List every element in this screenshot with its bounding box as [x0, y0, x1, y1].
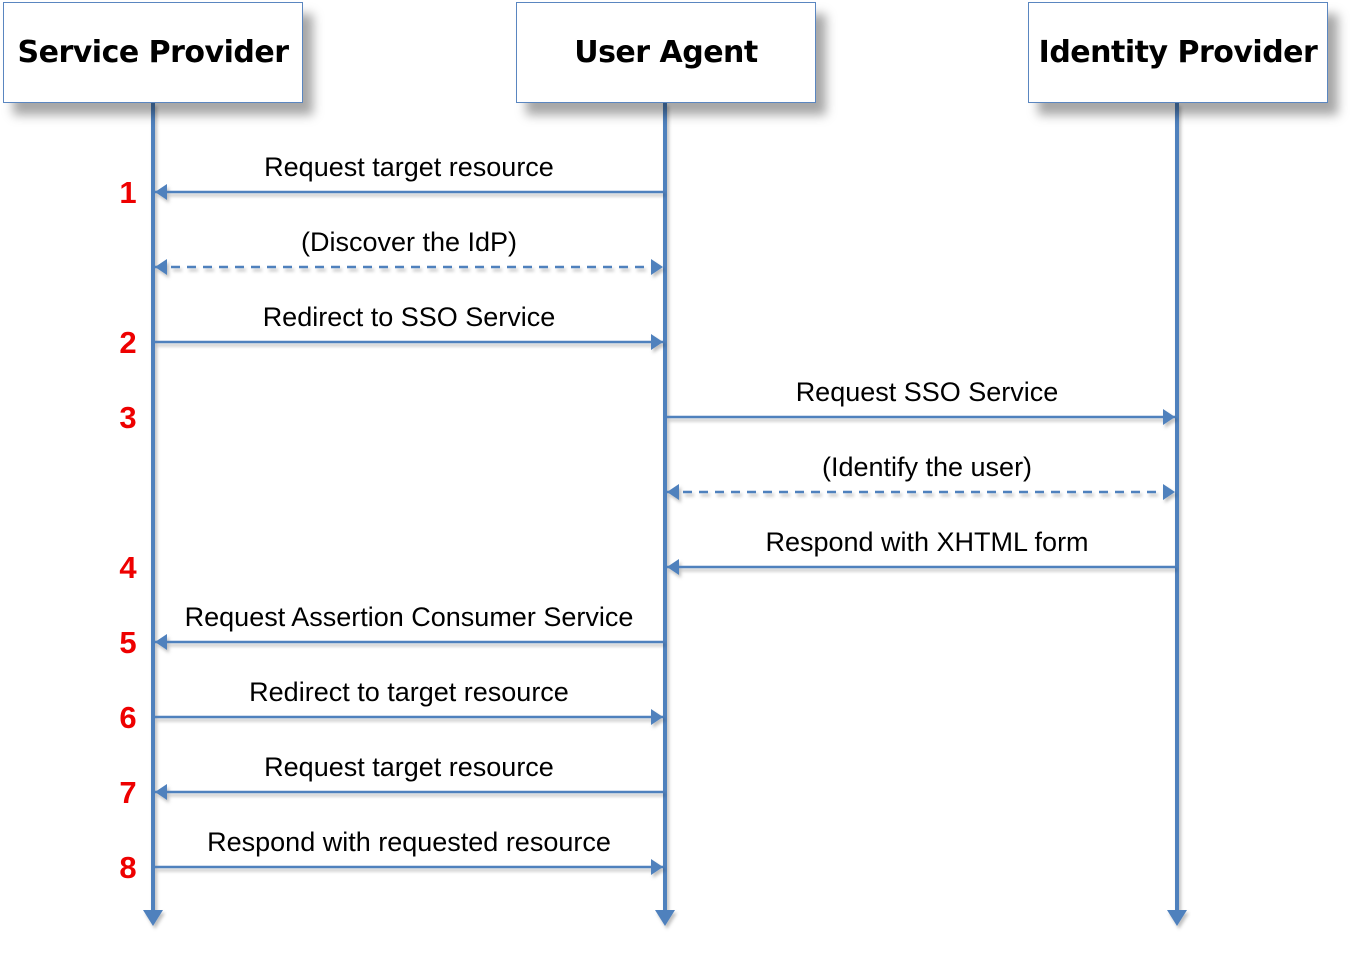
step-number: 2 [119, 325, 137, 360]
actor-label: User Agent [574, 35, 758, 70]
step-number: 6 [119, 700, 137, 735]
step-number: 3 [119, 400, 137, 435]
message-arrow [155, 709, 663, 725]
arrowhead-right-icon [651, 259, 663, 275]
step-number: 7 [119, 775, 137, 810]
message-label: Respond with requested resource [207, 827, 611, 857]
message-arrow [667, 559, 1175, 575]
arrowhead-left-icon [155, 259, 167, 275]
arrowhead-left-icon [667, 484, 679, 500]
arrowhead-right-icon [1163, 484, 1175, 500]
lifeline-idp [1167, 103, 1187, 926]
sequence-diagram [143, 103, 1187, 926]
arrowhead-right-icon [651, 334, 663, 350]
actor-label: Service Provider [17, 35, 289, 70]
step-number: 1 [119, 175, 137, 210]
message-label: Request Assertion Consumer Service [184, 602, 634, 632]
arrowhead-left-icon [155, 784, 167, 800]
arrowhead-right-icon [651, 709, 663, 725]
arrowhead-left-icon [667, 559, 679, 575]
message-arrow [667, 409, 1175, 425]
message-label: Request SSO Service [795, 377, 1059, 407]
message-label: Respond with XHTML form [765, 527, 1089, 557]
lifeline-ua [655, 103, 675, 926]
arrowhead-right-icon [1163, 409, 1175, 425]
message-label: (Identify the user) [821, 452, 1033, 482]
message-label: Redirect to SSO Service [262, 302, 556, 332]
actor-user-agent: User Agent [516, 2, 816, 103]
arrowhead-left-icon [155, 634, 167, 650]
actor-label: Identity Provider [1038, 35, 1318, 70]
lifeline-sp [143, 103, 163, 926]
message-arrow [155, 784, 663, 800]
arrowhead-right-icon [651, 859, 663, 875]
message-arrow [155, 184, 663, 200]
arrowhead-left-icon [155, 184, 167, 200]
step-number: 8 [119, 850, 137, 885]
message-arrow [155, 334, 663, 350]
message-arrow [155, 634, 663, 650]
message-arrow [667, 484, 1175, 500]
lifelines [143, 103, 1187, 926]
step-number: 4 [119, 550, 137, 585]
message-label: Request target resource [264, 752, 554, 782]
actor-service-provider: Service Provider [3, 2, 303, 103]
lifeline-end-arrow-icon [655, 910, 675, 926]
message-arrow [155, 259, 663, 275]
message-label: (Discover the IdP) [300, 227, 518, 257]
message-label: Request target resource [264, 152, 554, 182]
lifeline-end-arrow-icon [143, 910, 163, 926]
actor-identity-provider: Identity Provider [1028, 2, 1328, 103]
message-label: Redirect to target resource [249, 677, 569, 707]
step-number: 5 [119, 625, 137, 660]
message-arrow [155, 859, 663, 875]
lifeline-end-arrow-icon [1167, 910, 1187, 926]
